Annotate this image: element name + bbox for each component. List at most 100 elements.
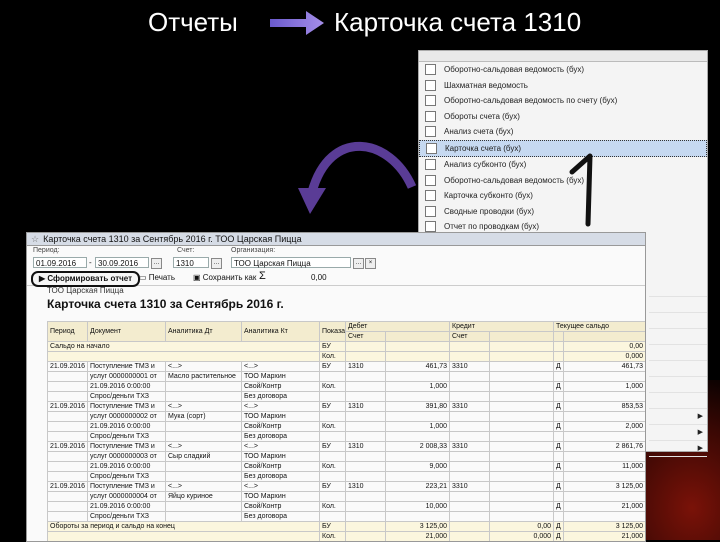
menu-right-row[interactable]: [649, 313, 707, 329]
balance-cell: 2 861,76: [563, 441, 645, 452]
menu-item[interactable]: Оборотно-сальдовая ведомость (бух): [419, 62, 707, 78]
save-as-button[interactable]: ▣ Сохранить как: [193, 273, 256, 282]
empty-cell: [563, 491, 645, 502]
table-row: услуг 0000000004 от Яйцо куриное ТОО Мархи…: [47, 491, 645, 502]
credit-cell: [489, 501, 555, 512]
debit-cell: 3 125,00: [384, 521, 451, 532]
header-indicator: Показатель: [319, 321, 346, 342]
balance-dir-cell: Д: [553, 481, 565, 492]
menu-item[interactable]: Анализ субконто (бух): [419, 157, 707, 173]
empty-cell: [345, 531, 386, 541]
credit-cell: [489, 441, 555, 452]
menu-right-row[interactable]: [649, 377, 707, 393]
account-select-button[interactable]: …: [211, 258, 222, 269]
menu-right-row[interactable]: ▶: [649, 425, 707, 441]
analytics-kt-cell: Без договора: [241, 431, 320, 442]
debit-cell: 2 008,33: [384, 441, 451, 452]
menu-item[interactable]: Обороты счета (бух): [419, 109, 707, 125]
organization-clear-button[interactable]: ×: [365, 258, 376, 269]
sum-icon[interactable]: Σ: [259, 270, 266, 282]
report-icon: [425, 79, 436, 91]
menu-right-row[interactable]: [649, 281, 707, 297]
menu-item[interactable]: Анализ счета (бух): [419, 124, 707, 140]
balance-cell: 2,000: [563, 421, 645, 432]
menu-item[interactable]: Оборотно-сальдовая ведомость по счету (б…: [419, 93, 707, 109]
indicator-cell: Кол.: [319, 351, 346, 362]
debit-cell: 9,000: [384, 461, 451, 472]
parameter-labels: Период: Счет: Организация:: [27, 246, 645, 256]
totals-row: Обороты за период и сальдо на конец БУ 3 1…: [47, 521, 645, 532]
menu-item[interactable]: Карточка счета (бух): [419, 139, 707, 157]
period-cell: [47, 371, 88, 382]
indicator-cell: БУ: [319, 521, 346, 532]
balance-cell: 3 125,00: [563, 521, 645, 532]
table-row: Спрос/деньги ТХЗ Без договора: [47, 511, 645, 522]
credit-cell: [489, 381, 555, 392]
empty-cell: [449, 521, 491, 532]
period-cell: [47, 501, 88, 512]
empty-cell: [553, 341, 565, 352]
menu-right-row[interactable]: ▶: [649, 409, 707, 425]
document-cell: 21.09.2016 0:00:00: [87, 461, 166, 472]
account-kt-cell: 3310: [449, 481, 491, 492]
header-balance: Текущее сальдо: [553, 321, 645, 332]
indicator-cell: БУ: [319, 441, 346, 452]
period-select-button[interactable]: …: [151, 258, 162, 269]
header-credit: Кредит: [449, 321, 555, 332]
empty-cell: [489, 491, 555, 502]
menu-right-row[interactable]: [649, 297, 707, 313]
star-icon[interactable]: ☆: [31, 234, 39, 245]
empty-cell: [563, 471, 645, 482]
debit-cell: 10,000: [384, 501, 451, 512]
header-balance-amount: [563, 331, 645, 342]
document-cell: услуг 0000000003 от: [87, 451, 166, 462]
empty-cell: [384, 491, 451, 502]
menu-right-row[interactable]: [649, 393, 707, 409]
header-balance-dir: [553, 331, 565, 342]
analytics-dt-cell: <...>: [165, 401, 242, 412]
analytics-dt-cell: <...>: [165, 481, 242, 492]
empty-cell: [553, 391, 565, 402]
document-cell: 21.09.2016 0:00:00: [87, 381, 166, 392]
table-row: 21.09.2016 0:00:00 Свой/Контр Кол. 10,000 Д 2…: [47, 501, 645, 512]
debit-cell: 1,000: [384, 381, 451, 392]
empty-cell: [319, 391, 346, 402]
document-cell: Поступление ТМЗ и: [87, 401, 166, 412]
print-button[interactable]: ▭ Печать: [139, 273, 175, 282]
save-icon: ▣: [193, 273, 203, 282]
menu-item-label: Оборотно-сальдовая ведомость (бух): [444, 175, 585, 185]
period-to-field[interactable]: 30.09.2016: [95, 257, 149, 268]
organization-select-button[interactable]: …: [353, 258, 364, 269]
menu-item[interactable]: Сводные проводки (бух): [419, 204, 707, 220]
account-field[interactable]: 1310: [173, 257, 209, 268]
empty-cell: [384, 391, 451, 402]
table-row: 21.09.2016 0:00:00 Свой/Контр Кол. 1,000 Д 1,…: [47, 381, 645, 392]
balance-dir-cell: Д: [553, 381, 565, 392]
menu-item[interactable]: Оборотно-сальдовая ведомость (бух): [419, 173, 707, 189]
empty-cell: [384, 451, 451, 462]
empty-cell: [449, 531, 491, 541]
menu-right-row[interactable]: ▶: [649, 441, 707, 457]
header-account-kt: Счет: [449, 331, 491, 342]
header-debit: Дебет: [344, 321, 451, 332]
indicator-cell: БУ: [319, 401, 346, 412]
balance-cell: 11,000: [563, 461, 645, 472]
indicator-cell: БУ: [319, 361, 346, 372]
report-icon: [425, 64, 436, 76]
curved-arrow-icon: [298, 141, 417, 214]
account-kt-cell: [449, 501, 491, 512]
account-kt-cell: 3310: [449, 401, 491, 412]
menu-item[interactable]: Карточка субконто (бух): [419, 188, 707, 204]
menu-item-label: Карточка субконто (бух): [444, 191, 533, 201]
menu-right-row[interactable]: [649, 361, 707, 377]
menu-right-row[interactable]: [649, 329, 707, 345]
analytics-kt-cell: <...>: [241, 481, 320, 492]
balance-cell: 1,000: [563, 381, 645, 392]
opening-balance-label: Сальдо на начало: [47, 341, 320, 352]
menu-right-row[interactable]: [649, 345, 707, 361]
generate-report-button[interactable]: ▶ Сформировать отчет: [31, 271, 141, 287]
header-analytics-dt: Аналитика Дт: [165, 321, 242, 342]
period-from-field[interactable]: 01.09.2016: [33, 257, 87, 268]
organization-field[interactable]: ТОО Царская Пицца: [231, 257, 351, 268]
menu-item[interactable]: Шахматная ведомость: [419, 78, 707, 94]
